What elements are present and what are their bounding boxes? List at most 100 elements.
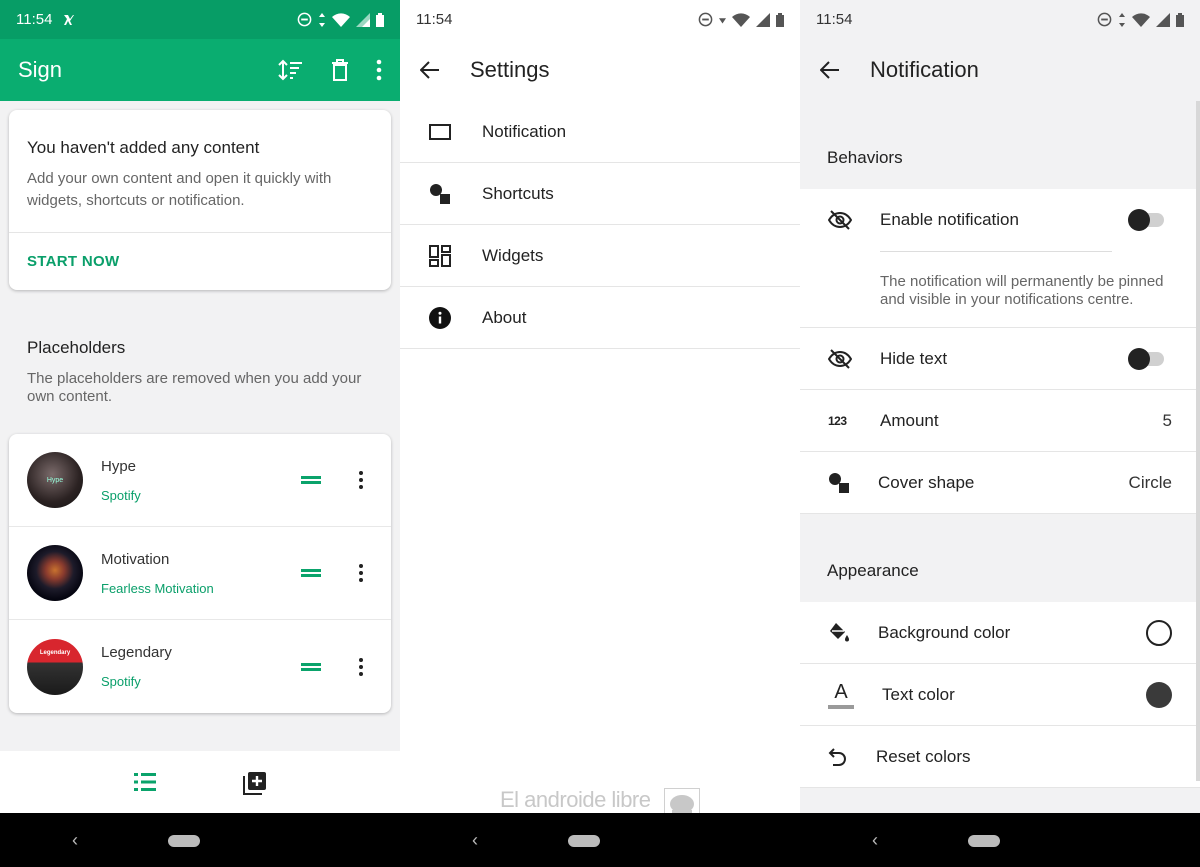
dnd-icon (297, 12, 312, 27)
status-bar: 11:54 (800, 0, 1200, 39)
avatar-label: Legendary (39, 649, 71, 656)
shapes-icon (430, 183, 450, 204)
battery-icon (376, 12, 384, 27)
system-nav-bar: ‹ (0, 813, 400, 867)
enable-notification-label: Enable notification (880, 210, 1019, 229)
settings-item-shortcuts[interactable]: Shortcuts (400, 163, 800, 225)
settings-item-label: Shortcuts (482, 183, 554, 203)
paint-bucket-icon (830, 622, 849, 641)
add-content-icon[interactable] (243, 771, 267, 795)
status-icons (297, 12, 384, 27)
status-icons (1097, 12, 1184, 27)
undo-icon (828, 747, 846, 766)
info-icon (429, 306, 451, 329)
notification-screen: 11:54 Notification Behaviors Enable noti… (800, 0, 1200, 867)
settings-item-about[interactable]: About (400, 287, 800, 349)
app-bar: Sign (0, 39, 400, 101)
reset-colors-row[interactable]: Reset colors (800, 726, 1200, 788)
item-subtitle: Spotify (101, 487, 141, 503)
cover-shape-row[interactable]: Cover shape Circle (800, 452, 1200, 514)
item-subtitle: Spotify (101, 674, 141, 689)
cover-shape-value: Circle (1128, 472, 1172, 492)
scrollbar[interactable] (1196, 101, 1200, 781)
dnd-icon (1097, 12, 1112, 27)
item-title: Hype (101, 457, 137, 475)
status-time: 11:54 (416, 11, 453, 28)
data-arrow-icon (719, 17, 726, 23)
list-item[interactable]: Legendary Legendary Spotify (9, 620, 391, 713)
nav-back-icon[interactable]: ‹ (872, 830, 878, 851)
status-bar: 11:54 (0, 0, 400, 39)
delete-icon[interactable] (330, 59, 350, 81)
list-item[interactable]: Motivation Fearless Motivation (9, 527, 391, 620)
amount-label: Amount (880, 410, 939, 430)
placeholders-heading: Placeholders (27, 338, 126, 357)
section-behaviors: Behaviors (827, 148, 903, 167)
sort-icon[interactable] (278, 58, 304, 82)
placeholders-body: The placeholders are removed when you ad… (27, 370, 362, 405)
item-more-icon[interactable] (359, 657, 363, 676)
signal-icon (1156, 12, 1170, 27)
text-color-row[interactable]: A Text color (800, 664, 1200, 726)
page-title: Settings (470, 57, 550, 82)
hide-text-row[interactable]: Hide text (800, 328, 1200, 390)
nav-home-button[interactable] (568, 835, 600, 847)
bottom-bar (0, 751, 400, 813)
data-arrows-icon (319, 12, 325, 27)
background-color-swatch[interactable] (1146, 619, 1172, 646)
item-title: Motivation (101, 550, 170, 568)
item-more-icon[interactable] (359, 471, 363, 489)
status-time: 11:54 (16, 11, 53, 28)
start-now-button[interactable]: START NOW (9, 232, 391, 290)
background-color-label: Background color (878, 622, 1011, 642)
rectangle-icon (429, 123, 451, 140)
settings-item-widgets[interactable]: Widgets (400, 225, 800, 287)
battery-icon (776, 12, 784, 27)
text-color-swatch[interactable] (1146, 681, 1172, 708)
enable-notification-switch[interactable] (1128, 209, 1164, 231)
list-icon[interactable] (134, 772, 156, 792)
placeholder-list: Hype Hype Spotify Motivation Fearless Mo… (9, 434, 391, 713)
battery-icon (1176, 12, 1184, 27)
amount-row[interactable]: 123 Amount 5 (800, 390, 1200, 452)
signal-icon (756, 12, 770, 27)
more-vert-icon[interactable] (376, 59, 382, 81)
hide-text-label: Hide text (880, 348, 948, 368)
settings-item-notification[interactable]: Notification (400, 101, 800, 163)
drag-handle-icon[interactable] (301, 476, 321, 484)
watermark: El androide libre (500, 787, 651, 812)
back-arrow-icon[interactable] (420, 61, 440, 79)
top-bar: Settings (400, 39, 800, 101)
back-arrow-icon[interactable] (820, 61, 840, 79)
nav-home-button[interactable] (168, 835, 200, 847)
avatar (27, 545, 83, 601)
enable-notification-row[interactable]: Enable notification (800, 189, 1200, 251)
item-subtitle: Fearless Motivation (101, 580, 214, 596)
system-nav-bar: ‹ (800, 813, 1200, 867)
placeholders-header: Placeholders The placeholders are remove… (0, 290, 400, 434)
section-appearance: Appearance (827, 561, 919, 580)
drag-handle-icon[interactable] (301, 662, 321, 671)
nav-back-icon[interactable]: ‹ (72, 830, 78, 851)
status-time: 11:54 (816, 11, 853, 28)
background-color-row[interactable]: Background color (800, 602, 1200, 664)
avatar-label: Hype (46, 477, 64, 484)
page-title: Sign (18, 57, 63, 82)
settings-item-label: Widgets (482, 245, 544, 265)
text-color-label: Text color (882, 684, 955, 704)
hide-text-switch[interactable] (1128, 347, 1164, 370)
empty-heading: You haven't added any content (27, 138, 260, 157)
nav-home-button[interactable] (968, 835, 1000, 847)
nav-back-icon[interactable]: ‹ (472, 830, 478, 851)
widgets-icon (429, 244, 451, 267)
list-item[interactable]: Hype Hype Spotify (9, 434, 391, 527)
page-title: Notification (870, 57, 979, 82)
settings-item-label: About (482, 307, 527, 327)
status-icons (698, 12, 784, 27)
sign-screen: 11:54 Sign You haven't added any content (0, 0, 400, 867)
settings-screen: 11:54 Settings Notification Shortcuts Wi… (400, 0, 800, 867)
item-more-icon[interactable] (359, 564, 363, 582)
empty-content-card: You haven't added any content Add your o… (9, 110, 391, 290)
drag-handle-icon[interactable] (301, 569, 321, 577)
wifi-icon (732, 12, 750, 27)
